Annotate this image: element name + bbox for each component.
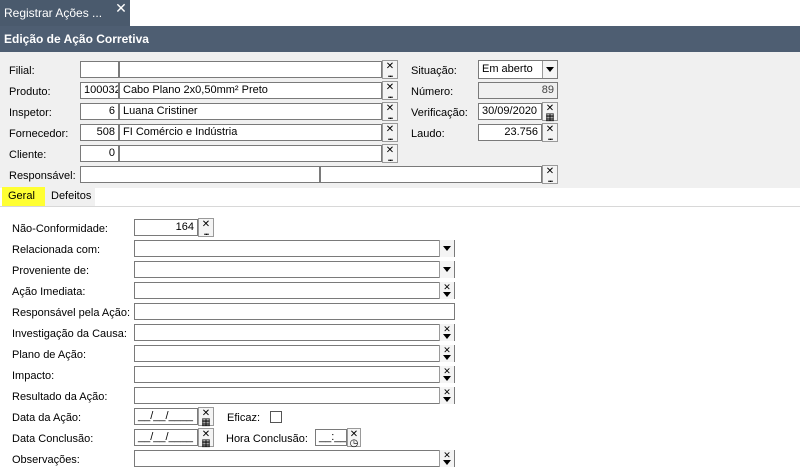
- chevron-down-icon[interactable]: [542, 61, 557, 78]
- data-acao-input[interactable]: __/__/____: [134, 408, 198, 425]
- tab-defeitos[interactable]: Defeitos: [45, 187, 95, 206]
- investigacao-label: Investigação da Causa:: [12, 328, 127, 340]
- laudo-label: Laudo:: [411, 128, 445, 140]
- page-title: Edição de Ação Corretiva: [0, 26, 800, 52]
- situacao-value: Em aberto: [482, 63, 533, 75]
- hora-conclusao-label: Hora Conclusão:: [226, 433, 308, 445]
- plano-acao-combo-button[interactable]: ✕: [439, 345, 454, 362]
- verificacao-date-input[interactable]: 30/09/2020: [478, 103, 542, 120]
- filial-lookup-button[interactable]: ✕...: [382, 60, 398, 79]
- responsavel-code-input[interactable]: [80, 166, 320, 183]
- fornecedor-lookup-button[interactable]: ✕...: [382, 123, 398, 142]
- chevron-down-icon: [443, 355, 451, 361]
- calendar-icon: ▦: [545, 112, 555, 123]
- tab-divider: [0, 206, 800, 207]
- plano-acao-label: Plano de Ação:: [12, 349, 87, 361]
- clock-icon: ◷: [349, 438, 359, 449]
- cliente-code-input[interactable]: 0: [80, 145, 119, 162]
- close-icon: ✕: [443, 345, 451, 355]
- responsavel-lookup-button[interactable]: ✕...: [542, 165, 558, 184]
- numero-field: 89: [478, 82, 558, 99]
- proveniente-select[interactable]: [134, 261, 455, 278]
- cliente-label: Cliente:: [9, 149, 47, 161]
- produto-label: Produto:: [9, 86, 51, 98]
- laudo-lookup-button[interactable]: ✕...: [542, 123, 558, 142]
- chevron-down-icon: [443, 334, 451, 340]
- nao-conformidade-input[interactable]: 164: [134, 219, 198, 236]
- close-icon: ✕: [443, 450, 451, 460]
- plano-acao-input[interactable]: [134, 345, 455, 362]
- observacoes-input[interactable]: [134, 450, 455, 467]
- observacoes-label: Observações:: [12, 454, 80, 466]
- cliente-lookup-button[interactable]: ✕...: [382, 144, 398, 163]
- close-icon: ✕: [443, 366, 451, 376]
- resultado-combo-button[interactable]: ✕: [439, 387, 454, 404]
- nao-conformidade-label: Não-Conformidade:: [12, 223, 108, 235]
- window-tab-label: Registrar Ações ...: [4, 6, 103, 20]
- calendar-icon: ▦: [201, 417, 211, 428]
- eficaz-checkbox[interactable]: [270, 411, 282, 423]
- tab-geral[interactable]: Geral: [2, 187, 45, 206]
- chevron-down-icon[interactable]: [439, 261, 454, 278]
- close-icon: ✕: [443, 282, 451, 292]
- data-conclusao-label: Data Conclusão:: [12, 433, 94, 445]
- responsavel-label: Responsável:: [9, 170, 76, 182]
- acao-imediata-input[interactable]: [134, 282, 455, 299]
- produto-code-input[interactable]: 100032: [80, 82, 119, 99]
- data-acao-date-button[interactable]: ✕ ▦: [198, 407, 214, 428]
- chevron-down-icon: [443, 460, 451, 466]
- responsavel-name-input[interactable]: [320, 166, 542, 183]
- laudo-input[interactable]: 23.756: [478, 124, 542, 141]
- resultado-input[interactable]: [134, 387, 455, 404]
- acao-imediata-combo-button[interactable]: ✕: [439, 282, 454, 299]
- data-acao-label: Data da Ação:: [12, 412, 82, 424]
- produto-lookup-button[interactable]: ✕...: [382, 81, 398, 100]
- fornecedor-code-input[interactable]: 508: [80, 124, 119, 141]
- observacoes-combo-button[interactable]: ✕: [439, 450, 454, 467]
- inspetor-label: Inspetor:: [9, 107, 52, 119]
- filial-code-input[interactable]: [80, 61, 119, 78]
- window-tab-registrar-acoes[interactable]: Registrar Ações ...: [0, 0, 130, 26]
- close-icon[interactable]: ✕: [113, 1, 129, 17]
- close-icon: ✕: [443, 387, 451, 397]
- situacao-label: Situação:: [411, 65, 457, 77]
- relacionada-select[interactable]: [134, 240, 455, 257]
- filial-name-input[interactable]: [119, 61, 382, 78]
- impacto-input[interactable]: [134, 366, 455, 383]
- responsavel-acao-label: Responsável pela Ação:: [12, 307, 131, 319]
- chevron-down-icon[interactable]: [439, 240, 454, 257]
- close-icon: ✕: [443, 324, 451, 334]
- filial-label: Filial:: [9, 65, 35, 77]
- data-conclusao-date-button[interactable]: ✕ ▦: [198, 428, 214, 449]
- investigacao-combo-button[interactable]: ✕: [439, 324, 454, 341]
- resultado-label: Resultado da Ação:: [12, 391, 108, 403]
- chevron-down-icon: [443, 376, 451, 382]
- inspetor-name-input[interactable]: Luana Cristiner: [119, 103, 382, 120]
- verificacao-date-button[interactable]: ✕ ▦: [542, 102, 558, 123]
- fornecedor-name-input[interactable]: FI Comércio e Indústria: [119, 124, 382, 141]
- calendar-icon: ▦: [201, 438, 211, 449]
- relacionada-label: Relacionada com:: [12, 244, 101, 256]
- impacto-label: Impacto:: [12, 370, 55, 382]
- inspetor-lookup-button[interactable]: ✕...: [382, 102, 398, 121]
- responsavel-acao-input[interactable]: [134, 303, 455, 320]
- inspetor-code-input[interactable]: 6: [80, 103, 119, 120]
- proveniente-label: Proveniente de:: [12, 265, 90, 277]
- eficaz-label: Eficaz:: [227, 412, 261, 424]
- hora-conclusao-input[interactable]: __:__: [315, 429, 347, 446]
- verificacao-label: Verificação:: [411, 107, 468, 119]
- cliente-name-input[interactable]: [119, 145, 382, 162]
- numero-label: Número:: [411, 86, 454, 98]
- impacto-combo-button[interactable]: ✕: [439, 366, 454, 383]
- chevron-down-icon: [443, 397, 451, 403]
- nao-conformidade-lookup-button[interactable]: ✕...: [198, 218, 214, 237]
- hora-conclusao-time-button[interactable]: ✕ ◷: [347, 428, 361, 449]
- acao-imediata-label: Ação Imediata:: [12, 286, 86, 298]
- data-conclusao-input[interactable]: __/__/____: [134, 429, 198, 446]
- investigacao-input[interactable]: [134, 324, 455, 341]
- produto-name-input[interactable]: Cabo Plano 2x0,50mm² Preto: [119, 82, 382, 99]
- chevron-down-icon: [443, 292, 451, 298]
- fornecedor-label: Fornecedor:: [9, 128, 69, 140]
